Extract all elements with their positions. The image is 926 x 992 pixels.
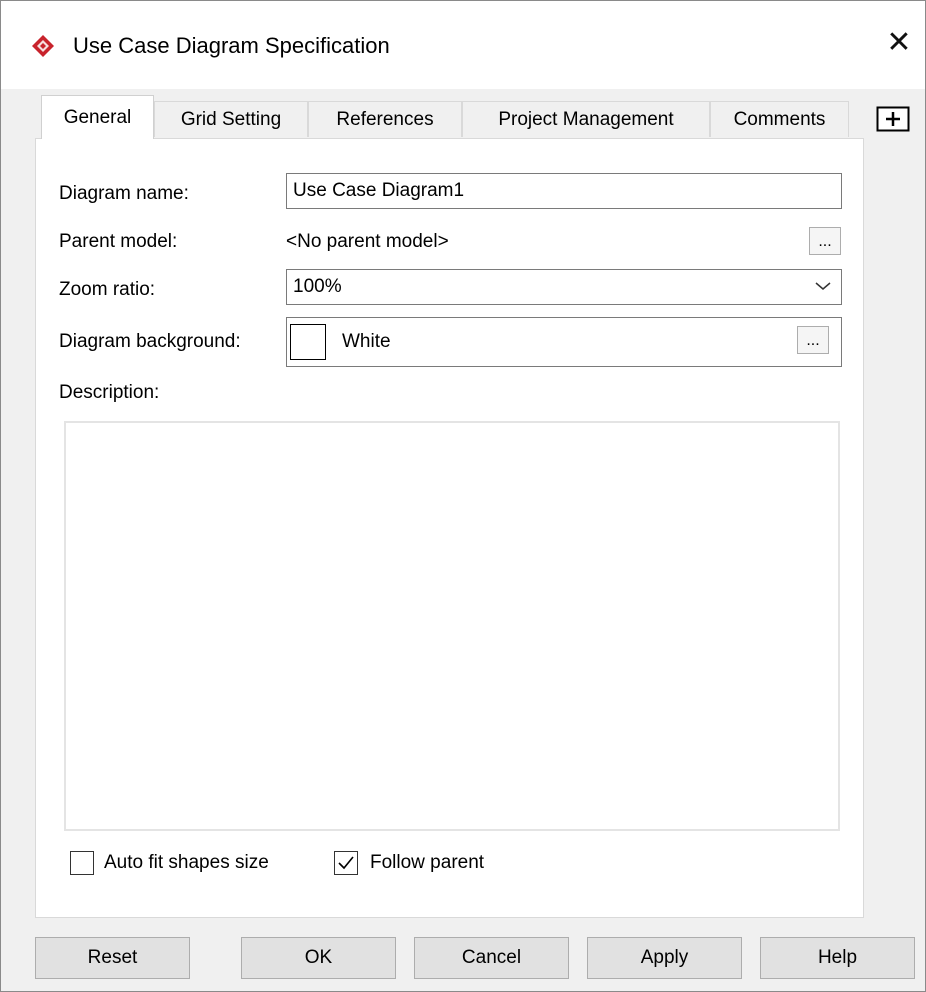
help-button[interactable]: Help (760, 937, 915, 979)
add-tab-icon[interactable] (876, 106, 910, 132)
close-button[interactable]: ✕ (885, 26, 913, 59)
zoom-ratio-label: Zoom ratio: (59, 279, 156, 300)
auto-fit-shapes-size-label[interactable]: Auto fit shapes size (104, 851, 269, 875)
tab-comments[interactable]: Comments (710, 101, 849, 137)
background-color-swatch (290, 324, 326, 360)
tab-references[interactable]: References (308, 101, 462, 137)
close-icon: ✕ (886, 26, 912, 59)
general-tab-panel: Diagram name: Parent model: <No parent m… (35, 138, 864, 918)
auto-fit-shapes-size-checkbox[interactable] (70, 851, 94, 875)
tab-general[interactable]: General (41, 95, 154, 139)
dialog-title: Use Case Diagram Specification (73, 33, 390, 58)
tab-project-management[interactable]: Project Management (462, 101, 710, 137)
diagram-background-label: Diagram background: (59, 331, 241, 352)
diagram-name-label: Diagram name: (59, 183, 189, 204)
title-bar[interactable]: Use Case Diagram Specification ✕ (1, 1, 925, 89)
parent-model-label: Parent model: (59, 231, 178, 252)
background-color-browse-button[interactable]: ... (797, 326, 829, 354)
parent-model-value: <No parent model> (286, 231, 449, 252)
zoom-ratio-value: 100% (293, 276, 342, 297)
specification-dialog: Use Case Diagram Specification ✕ General… (0, 0, 926, 992)
zoom-ratio-select[interactable]: 100% (286, 269, 842, 305)
visual-paradigm-logo-icon (32, 35, 54, 57)
diagram-background-value: White (342, 331, 391, 352)
description-textarea[interactable] (64, 421, 840, 831)
chevron-down-icon (815, 282, 831, 290)
apply-button[interactable]: Apply (587, 937, 742, 979)
cancel-button[interactable]: Cancel (414, 937, 569, 979)
checkmark-icon (338, 856, 354, 870)
ok-button[interactable]: OK (241, 937, 396, 979)
follow-parent-label[interactable]: Follow parent (370, 851, 484, 875)
diagram-name-input[interactable] (286, 173, 842, 209)
parent-model-browse-button[interactable]: ... (809, 227, 841, 255)
description-label: Description: (59, 382, 160, 403)
tab-grid-setting[interactable]: Grid Setting (154, 101, 308, 137)
follow-parent-checkbox[interactable] (334, 851, 358, 875)
reset-button[interactable]: Reset (35, 937, 190, 979)
diagram-background-field[interactable]: White ... (286, 317, 842, 367)
